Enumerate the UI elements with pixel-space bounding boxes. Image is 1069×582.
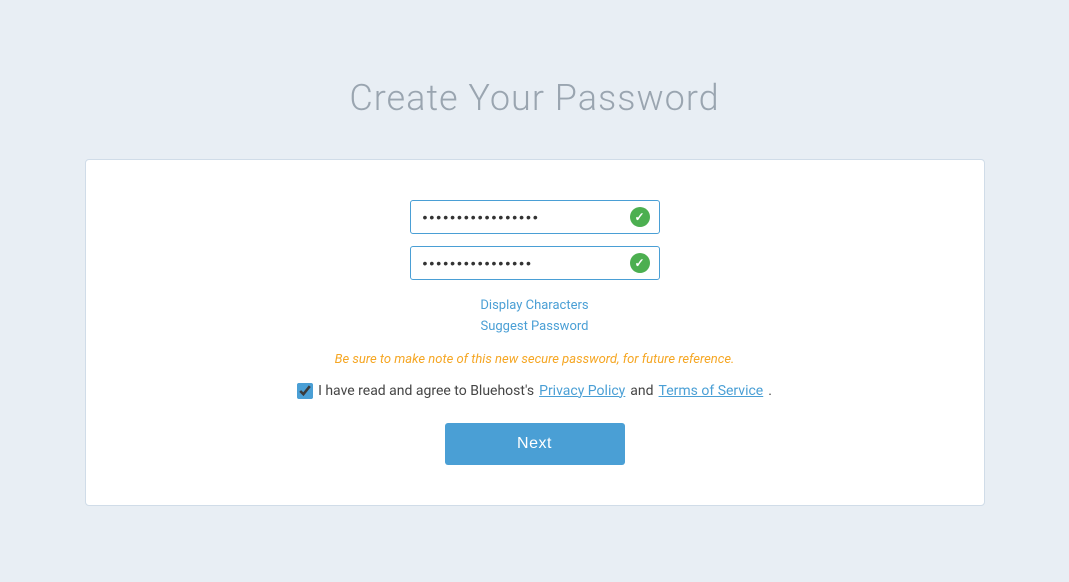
password-input-1[interactable] bbox=[410, 200, 660, 234]
password-input-2[interactable] bbox=[410, 246, 660, 280]
password-field-1-wrapper bbox=[410, 200, 660, 234]
display-characters-link[interactable]: Display Characters bbox=[480, 296, 588, 315]
privacy-policy-link[interactable]: Privacy Policy bbox=[539, 383, 625, 399]
main-card: Display Characters Suggest Password Be s… bbox=[85, 159, 985, 506]
password-1-check-icon bbox=[630, 207, 650, 227]
page-title: Create Your Password bbox=[349, 77, 719, 119]
suggest-password-link[interactable]: Suggest Password bbox=[480, 317, 588, 336]
terms-checkbox[interactable] bbox=[297, 383, 313, 399]
next-button[interactable]: Next bbox=[445, 423, 625, 465]
password-links: Display Characters Suggest Password bbox=[480, 296, 588, 336]
warning-text: Be sure to make note of this new secure … bbox=[335, 352, 735, 367]
terms-of-service-link[interactable]: Terms of Service bbox=[659, 383, 764, 399]
password-2-check-icon bbox=[630, 253, 650, 273]
terms-period: . bbox=[768, 383, 772, 399]
password-field-2-wrapper bbox=[410, 246, 660, 280]
terms-row: I have read and agree to Bluehost's Priv… bbox=[297, 383, 772, 399]
terms-text-before: I have read and agree to Bluehost's bbox=[318, 383, 534, 399]
terms-and: and bbox=[630, 383, 653, 399]
